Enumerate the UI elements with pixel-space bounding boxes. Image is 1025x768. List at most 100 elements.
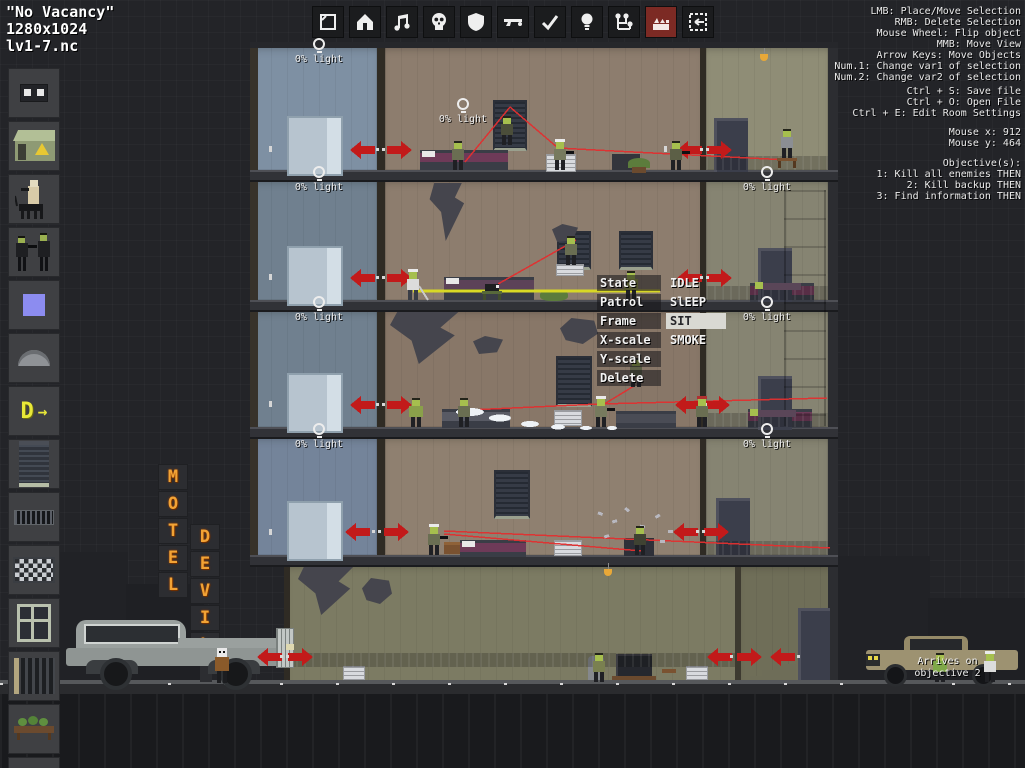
light-level-label[interactable]: 0% light [293, 423, 345, 450]
enemy-character[interactable] [595, 396, 615, 427]
door-arrow-right [387, 396, 412, 414]
palette-item-broken-window[interactable] [8, 545, 60, 595]
door-arrow-left [770, 648, 795, 666]
sleeping-enemy[interactable] [750, 409, 796, 417]
menu-item-patrol[interactable]: Patrol [597, 294, 661, 310]
door-arrows[interactable] [257, 141, 795, 666]
objective-item: 2: Kill backup THEN [877, 180, 1022, 191]
palette-item-framed-window[interactable] [8, 598, 60, 648]
objective-item: 1: Kill all enemies THEN [877, 169, 1022, 180]
tool-check-button[interactable] [534, 6, 566, 38]
menu-item-delete[interactable]: Delete [597, 370, 661, 386]
level-filename: lv1-7.nc [6, 38, 114, 55]
door-arrow-left [345, 523, 370, 541]
enemy-character[interactable] [452, 141, 464, 170]
menu-value[interactable] [666, 377, 674, 379]
menu-value[interactable]: IDLE [666, 275, 703, 291]
enemy-character[interactable] [458, 398, 470, 427]
enemy-character-sitting[interactable] [593, 653, 605, 682]
door-arrow-right [387, 141, 412, 159]
door-arrow-left [257, 648, 282, 666]
tool-resize-button[interactable] [682, 6, 714, 38]
palette-item-gangsters[interactable] [8, 227, 60, 277]
menu-item-y-scale[interactable]: Y-scale [597, 351, 661, 367]
pet-cat[interactable] [482, 284, 502, 300]
light-level-label[interactable]: 0% light [437, 98, 489, 125]
palette-item-radio[interactable] [8, 68, 60, 118]
enemy-character[interactable] [409, 398, 423, 427]
light-level-label[interactable]: 0% light [293, 166, 345, 193]
tool-shield-button[interactable] [460, 6, 492, 38]
objectives-panel: Objective(s): 1: Kill all enemies THEN 2… [877, 158, 1022, 202]
door-arrow-right [705, 396, 730, 414]
menu-item-state[interactable]: State [597, 275, 661, 291]
menu-value[interactable]: SMOKE [666, 332, 710, 348]
enemy-character[interactable] [554, 139, 574, 170]
menu-row: State IDLE [597, 273, 747, 292]
palette-item-dome[interactable] [8, 333, 60, 383]
light-level-label[interactable]: 0% light [741, 423, 793, 450]
palette-item-vent-grate[interactable] [8, 492, 60, 542]
light-level-label[interactable]: 0% light [293, 296, 345, 323]
sleeping-enemy[interactable] [755, 282, 801, 290]
door-arrow-left [350, 269, 375, 287]
tool-room-button[interactable] [645, 6, 677, 38]
menu-value-highlighted[interactable]: SIT [666, 313, 726, 329]
tool-skull-button[interactable] [423, 6, 455, 38]
tool-selection-button[interactable] [312, 6, 344, 38]
objective-item: 3: Find information THEN [877, 191, 1022, 202]
tool-light-button[interactable] [571, 6, 603, 38]
palette-item-generator-shed[interactable] [8, 121, 60, 171]
door-arrow-right [288, 648, 313, 666]
palette-item-blinds-window[interactable] [8, 439, 60, 489]
palette-item-exit-marker[interactable]: D→ [8, 386, 60, 436]
menu-row: Frame SIT [597, 311, 747, 330]
enemy-character[interactable] [501, 116, 513, 145]
level-title: "No Vacancy" [6, 4, 114, 21]
arrival-note-line1: Arrives on [895, 656, 1000, 668]
lightbulb-icon [313, 423, 325, 435]
menu-item-frame[interactable]: Frame [597, 313, 661, 329]
tool-gun-button[interactable] [497, 6, 529, 38]
lightbulb-icon [313, 166, 325, 178]
tool-music-button[interactable] [386, 6, 418, 38]
palette-item-fence-bars[interactable] [8, 651, 60, 701]
palette-item-marker-block[interactable] [8, 280, 60, 330]
enemy-character[interactable] [407, 269, 428, 300]
title-block: "No Vacancy" 1280x1024 lv1-7.nc [6, 4, 114, 55]
door-arrow-left [673, 523, 698, 541]
arrival-note-line2: objective 2 [895, 668, 1000, 680]
door-arrow-right [704, 523, 729, 541]
level-editor: M O T E L D E V I L [0, 0, 1025, 768]
menu-row: Y-scale [597, 349, 747, 368]
lightbulb-icon [761, 166, 773, 178]
menu-row: Patrol SlEEP [597, 292, 747, 311]
file-shortcuts: Ctrl + S: Save file Ctrl + O: Open File … [852, 86, 1021, 119]
door-arrow-left [350, 141, 375, 159]
object-context-menu: State IDLE Patrol SlEEP Frame SIT X-scale SM… [597, 273, 747, 387]
enemy-character[interactable] [428, 524, 448, 555]
palette-item-hound-rider[interactable] [8, 174, 60, 224]
level-resolution: 1280x1024 [6, 21, 114, 38]
menu-item-x-scale[interactable]: X-scale [597, 332, 661, 348]
tool-path-button[interactable] [608, 6, 640, 38]
palette-item-debris[interactable] [8, 757, 60, 768]
lightbulb-icon [761, 296, 773, 308]
lightbulb-icon [457, 98, 469, 110]
lightbulb-icon [313, 38, 325, 50]
protagonist-character[interactable] [215, 648, 229, 683]
light-level-label[interactable]: 0% light [293, 38, 345, 65]
door-arrow-left [350, 396, 375, 414]
lightbulb-icon [313, 296, 325, 308]
menu-value[interactable]: SlEEP [666, 294, 710, 310]
tool-house-button[interactable] [349, 6, 381, 38]
controls-help: LMB: Place/Move Selection RMB: Delete Se… [834, 6, 1021, 83]
menu-value[interactable] [666, 358, 674, 360]
palette-item-planter[interactable] [8, 704, 60, 754]
menu-row: Delete [597, 368, 747, 387]
light-level-label[interactable]: 0% light [741, 166, 793, 193]
enemy-character-sitting[interactable] [777, 129, 797, 168]
powder-piles [456, 408, 617, 430]
light-level-label[interactable]: 0% light [741, 296, 793, 323]
lightbulb-icon [761, 423, 773, 435]
